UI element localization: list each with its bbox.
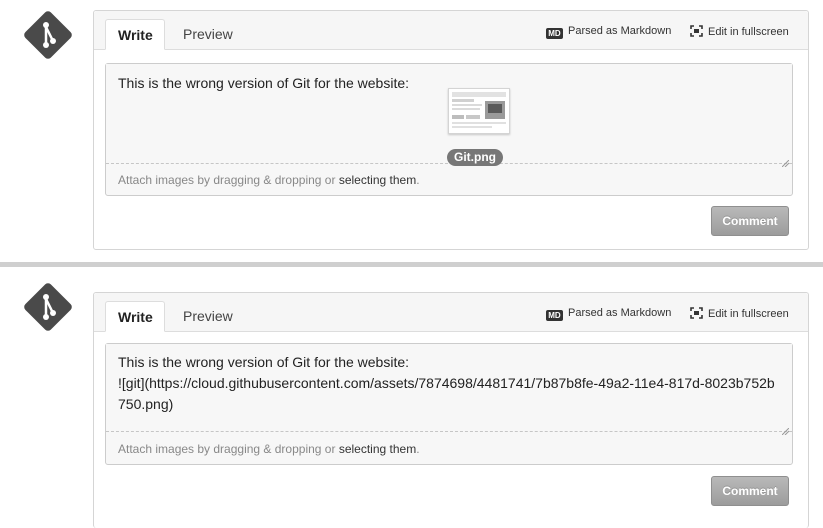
attach-hint-text: Attach images by dragging & dropping or: [118, 173, 339, 187]
editor-tabbar: Write Preview MD Parsed as Markdown Edit …: [94, 11, 808, 50]
uploaded-image-thumbnail: [448, 88, 510, 134]
fullscreen-button[interactable]: Edit in fullscreen: [690, 25, 789, 40]
comment-button[interactable]: Comment: [711, 206, 789, 236]
attach-hint-suffix: .: [416, 442, 420, 456]
fullscreen-button[interactable]: Edit in fullscreen: [690, 307, 789, 322]
comment-form: Write Preview MD Parsed as Markdown Edit …: [93, 10, 809, 250]
comment-textarea[interactable]: This is the wrong version of Git for the…: [106, 64, 792, 166]
resize-grip-icon[interactable]: [781, 422, 790, 436]
tab-preview[interactable]: Preview: [171, 301, 245, 332]
fullscreen-label: Edit in fullscreen: [708, 26, 789, 38]
markdown-icon: MD: [546, 310, 563, 321]
markdown-hint-label: Parsed as Markdown: [568, 307, 672, 319]
resize-grip-icon[interactable]: [781, 154, 790, 168]
tab-write[interactable]: Write: [105, 19, 165, 50]
attach-hint-suffix: .: [416, 173, 420, 187]
markdown-hint[interactable]: MD Parsed as Markdown: [546, 25, 671, 39]
git-logo-icon: [22, 281, 74, 333]
comment-panel-with-markdown: Write Preview MD Parsed as Markdown Edit …: [0, 270, 823, 528]
tab-preview[interactable]: Preview: [171, 19, 245, 50]
attach-hint-text: Attach images by dragging & dropping or: [118, 442, 339, 456]
comment-textarea[interactable]: This is the wrong version of Git for the…: [106, 344, 792, 432]
fullscreen-icon: [690, 25, 703, 40]
select-files-link[interactable]: selecting them: [339, 173, 416, 187]
markdown-hint-label: Parsed as Markdown: [568, 25, 672, 37]
comment-text: This is the wrong version of Git for the…: [118, 354, 775, 412]
section-divider: [0, 262, 823, 267]
write-area: This is the wrong version of Git for the…: [105, 63, 793, 196]
fullscreen-icon: [690, 307, 703, 322]
comment-text: This is the wrong version of Git for the…: [118, 75, 410, 91]
attach-hint: Attach images by dragging & dropping or …: [118, 442, 420, 456]
select-files-link[interactable]: selecting them: [339, 442, 416, 456]
markdown-icon: MD: [546, 28, 563, 39]
comment-form: Write Preview MD Parsed as Markdown Edit …: [93, 292, 809, 528]
comment-button[interactable]: Comment: [711, 476, 789, 506]
editor-tabbar: Write Preview MD Parsed as Markdown Edit …: [94, 293, 808, 332]
git-logo-icon: [22, 9, 74, 61]
attachment-filename: Git.png: [447, 149, 503, 166]
tab-write[interactable]: Write: [105, 301, 165, 332]
comment-panel-with-attachment: Write Preview MD Parsed as Markdown Edit …: [0, 0, 823, 258]
fullscreen-label: Edit in fullscreen: [708, 308, 789, 320]
markdown-hint[interactable]: MD Parsed as Markdown: [546, 307, 671, 321]
write-area: This is the wrong version of Git for the…: [105, 343, 793, 465]
attach-hint: Attach images by dragging & dropping or …: [118, 173, 420, 187]
